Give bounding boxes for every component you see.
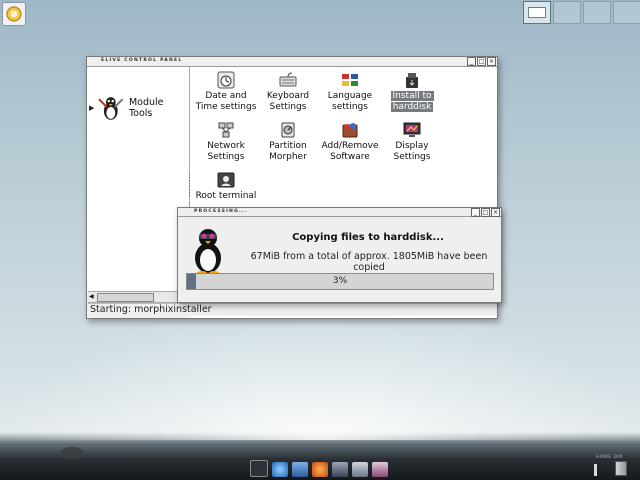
network-dock-icon[interactable] (352, 462, 368, 477)
display-icon (403, 121, 421, 139)
minimize-button[interactable]: _ (471, 208, 480, 217)
module-label-line2: harddisk (390, 102, 434, 112)
window-buttons: _ □ × (467, 57, 496, 66)
language-icon (341, 71, 359, 89)
media-dock-icon[interactable] (372, 462, 388, 477)
expand-arrow-icon[interactable]: ▶ (89, 104, 94, 112)
install-icon (403, 71, 421, 89)
progress-bar: 3% (186, 273, 494, 290)
tree-item-module-tools[interactable]: ▶ Module Tools (89, 95, 189, 121)
workspace-window-thumbnail (528, 7, 546, 18)
close-button[interactable]: × (491, 208, 500, 217)
file-manager-dock-icon[interactable] (292, 462, 308, 477)
workspace-4[interactable] (613, 1, 640, 24)
penguin-tools-icon (98, 97, 124, 120)
trash-icon[interactable] (615, 461, 627, 476)
processing-dialog: PROCESSING... _ □ × Copying files to har… (177, 207, 502, 303)
terminal-dock-icon[interactable] (250, 460, 268, 477)
dialog-heading: Copying files to harddisk... (292, 232, 444, 243)
progress-label: 3% (332, 276, 348, 286)
firefox-dock-icon[interactable] (312, 462, 328, 477)
workspace-3[interactable] (583, 1, 611, 24)
elive-logo-icon (6, 6, 22, 22)
clock-icon (217, 71, 235, 89)
workspace-1[interactable] (523, 1, 551, 24)
close-button[interactable]: × (487, 57, 496, 66)
launcher-button[interactable] (2, 2, 26, 26)
dialog-titlebar[interactable]: PROCESSING... _ □ × (178, 208, 501, 217)
partition-icon (279, 121, 297, 139)
status-bar: Starting: morphixinstaller (88, 303, 497, 316)
module-label-line2: Settings (393, 152, 431, 162)
dialog-title: PROCESSING... (194, 209, 248, 214)
software-icon (341, 121, 359, 139)
scrollbar-thumb[interactable] (97, 293, 154, 302)
maximize-button[interactable]: □ (481, 208, 490, 217)
lamp-icon (594, 464, 597, 476)
module-label-line1: Install to (390, 91, 434, 101)
control-panel-titlebar[interactable]: ELIVE CONTROL PANEL _ □ × (87, 57, 497, 67)
dialog-window-buttons: _ □ × (471, 208, 500, 217)
workspace-pager (523, 1, 640, 24)
module-label-line1: Display (395, 141, 429, 151)
dialog-message: 67MiB from a total of approx. 1805MiB ha… (250, 251, 488, 273)
tree-silhouette (60, 447, 84, 471)
module-display-settings[interactable]: Display Settings (376, 121, 448, 163)
terminal-icon (217, 171, 235, 189)
window-title: ELIVE CONTROL PANEL (101, 58, 183, 63)
browser-dock-icon[interactable] (272, 462, 288, 477)
home-dir-caption: HOME DIR (596, 455, 624, 460)
module-root-terminal[interactable]: Root terminal (190, 171, 262, 202)
workspace-2[interactable] (553, 1, 581, 24)
horizontal-scrollbar[interactable]: ◀ (88, 291, 189, 303)
maximize-button[interactable]: □ (477, 57, 486, 66)
tools-dock-icon[interactable] (332, 462, 348, 477)
module-label-line1: Root terminal (195, 191, 257, 201)
module-install-to-harddisk[interactable]: Install to harddisk (376, 71, 448, 113)
minimize-button[interactable]: _ (467, 57, 476, 66)
keyboard-icon (279, 71, 297, 89)
tree-item-label: Module Tools (128, 97, 164, 119)
scroll-left-arrow-icon[interactable]: ◀ (89, 293, 94, 300)
network-icon (217, 121, 235, 139)
desktop-tray: HOME DIR (590, 453, 636, 477)
penguin-mascot-icon (195, 229, 221, 275)
dock (250, 460, 388, 477)
module-tree: ▶ Module Tools (87, 67, 190, 291)
desktop-background (0, 300, 640, 440)
